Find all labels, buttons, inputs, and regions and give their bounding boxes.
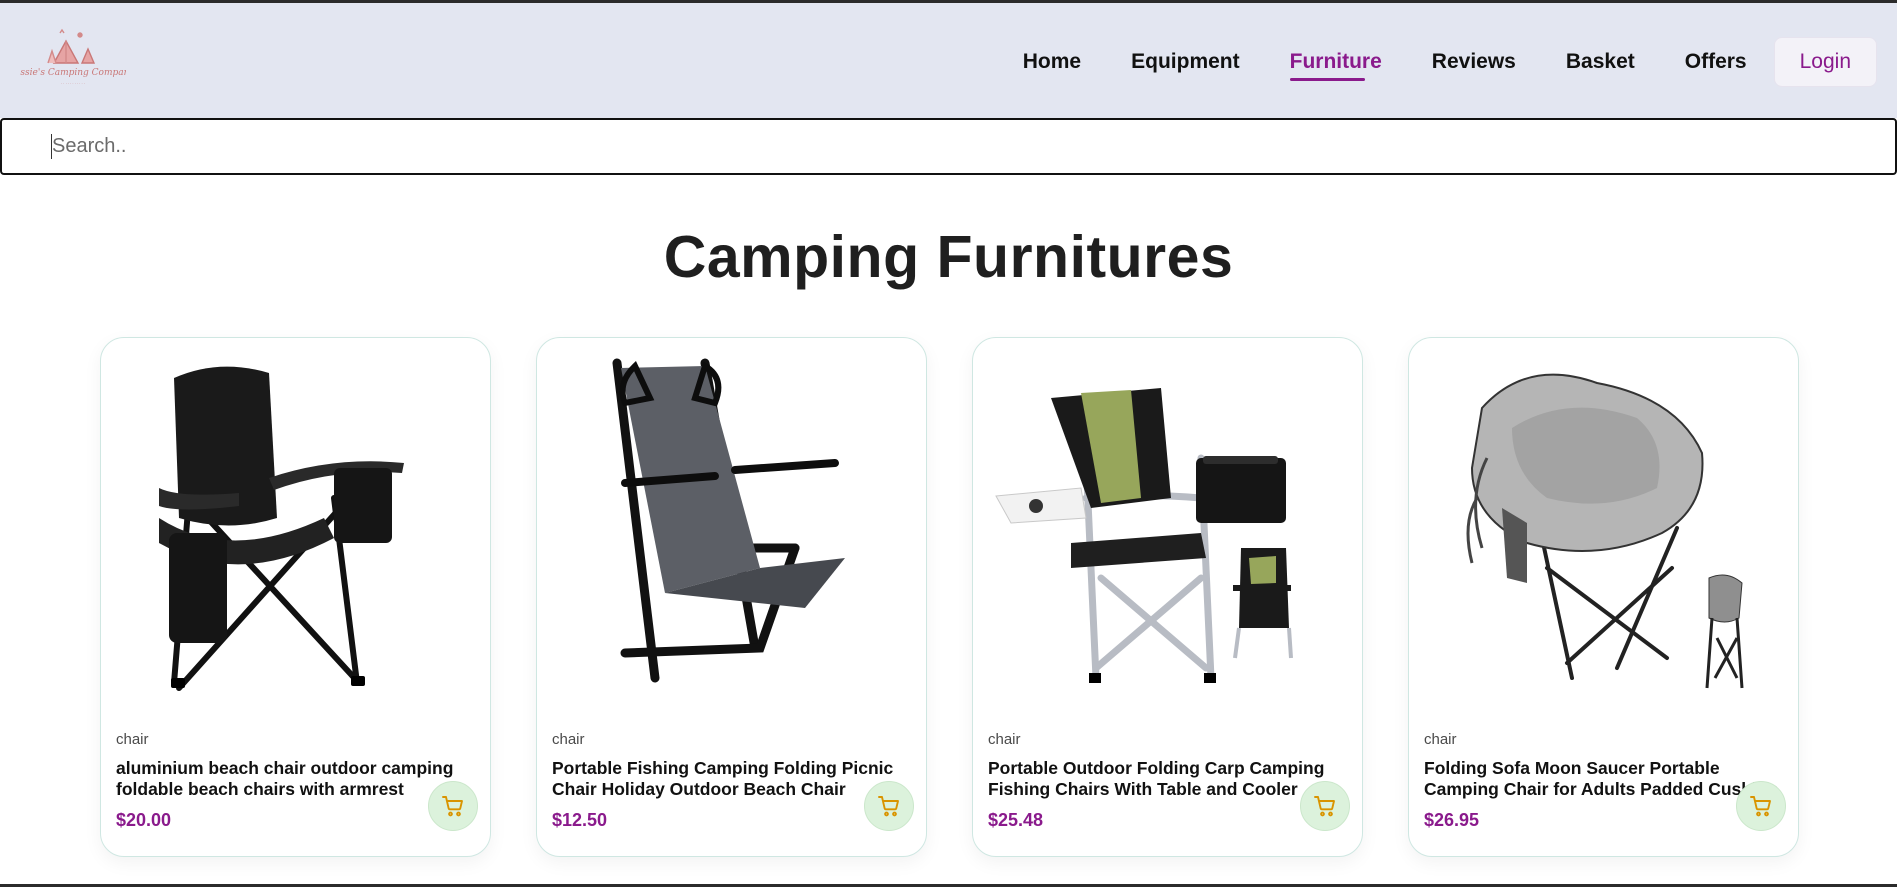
nav-offers[interactable]: Offers: [1685, 50, 1747, 74]
login-button[interactable]: Login: [1773, 37, 1877, 87]
nav-furniture[interactable]: Furniture: [1289, 50, 1382, 81]
product-category: chair: [1424, 731, 1457, 748]
logo-text: Jessie's Camping Company: [20, 68, 126, 78]
cart-icon: [1750, 796, 1771, 817]
search-input[interactable]: [0, 118, 1897, 175]
product-name[interactable]: Portable Outdoor Folding Carp Camping Fi…: [988, 758, 1348, 800]
product-price: $25.48: [988, 810, 1044, 830]
cart-icon: [1314, 796, 1335, 817]
site-header: Jessie's Camping Company · · · · · · · ·…: [0, 3, 1897, 118]
product-name[interactable]: Portable Fishing Camping Folding Picnic …: [552, 758, 912, 800]
company-logo[interactable]: Jessie's Camping Company · · · · · · · ·…: [9, 25, 135, 95]
product-category: chair: [552, 731, 585, 748]
product-image[interactable]: [555, 348, 910, 708]
product-category: chair: [116, 731, 149, 748]
nav-reviews[interactable]: Reviews: [1432, 50, 1516, 74]
cart-icon: [442, 796, 463, 817]
nav-home[interactable]: Home: [1023, 50, 1081, 74]
product-name[interactable]: Folding Sofa Moon Saucer Portable Campin…: [1424, 758, 1784, 800]
product-card[interactable]: chair Portable Outdoor Folding Carp Camp…: [972, 337, 1363, 857]
product-card[interactable]: chair Folding Sofa Moon Saucer Portable …: [1408, 337, 1799, 857]
product-card[interactable]: chair Portable Fishing Camping Folding P…: [536, 337, 927, 857]
cart-icon: [878, 796, 899, 817]
text-caret: [51, 134, 52, 159]
svg-text:· · · · · · · · · · ·: · · · · · · · · · · ·: [61, 82, 85, 86]
product-image[interactable]: [1427, 348, 1782, 708]
product-card[interactable]: chair aluminium beach chair outdoor camp…: [100, 337, 491, 857]
product-category: chair: [988, 731, 1021, 748]
product-price: $20.00: [116, 810, 172, 830]
add-to-cart-button[interactable]: [864, 781, 914, 831]
product-image[interactable]: [119, 348, 474, 708]
add-to-cart-button[interactable]: [1300, 781, 1350, 831]
main-nav: Home Equipment Furniture Reviews Basket …: [998, 37, 1877, 87]
add-to-cart-button[interactable]: [1736, 781, 1786, 831]
product-price: $26.95: [1424, 810, 1480, 830]
nav-equipment[interactable]: Equipment: [1131, 50, 1240, 74]
nav-basket[interactable]: Basket: [1566, 50, 1635, 74]
add-to-cart-button[interactable]: [428, 781, 478, 831]
product-grid: chair aluminium beach chair outdoor camp…: [100, 337, 1800, 857]
product-name[interactable]: aluminium beach chair outdoor camping fo…: [116, 758, 476, 800]
search-bar: [0, 118, 1897, 175]
page-title: Camping Furnitures: [663, 224, 1234, 290]
product-price: $12.50: [552, 810, 608, 830]
product-image[interactable]: [991, 348, 1346, 708]
